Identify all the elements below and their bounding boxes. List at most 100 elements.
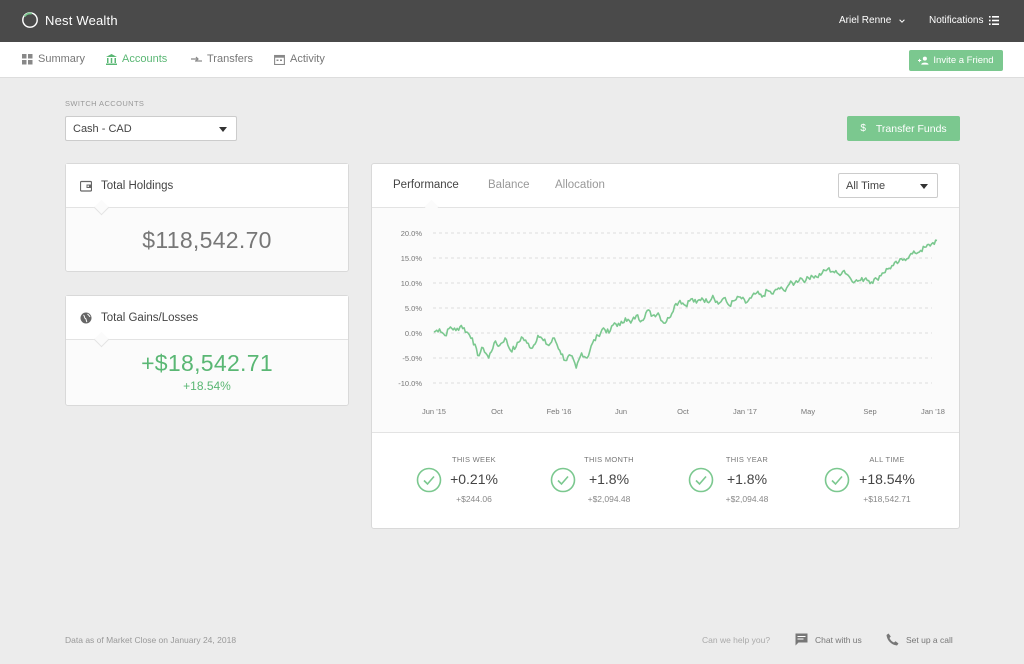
x-tick-label: Oct (677, 407, 690, 416)
invite-friend-label: Invite a Friend (933, 55, 994, 66)
tab-balance[interactable]: Balance (488, 179, 530, 191)
nav-item-activity[interactable]: Activity (274, 53, 325, 65)
y-tick-label: 5.0% (405, 304, 422, 313)
help-text: Can we help you? (702, 635, 771, 645)
caret-down-icon (920, 184, 928, 189)
brand-name: Nest Wealth (45, 12, 118, 28)
performance-series-line (433, 239, 938, 369)
invite-friend-button[interactable]: Invite a Friend (909, 50, 1003, 71)
y-tick-label: 0.0% (405, 329, 422, 338)
account-select[interactable]: Cash - CAD (65, 116, 237, 141)
nav-item-accounts[interactable]: Accounts (106, 53, 167, 65)
stat-label: THIS YEAR (725, 455, 769, 464)
stat-label: THIS MONTH (584, 455, 634, 464)
stat-sub: +$18,542.71 (863, 494, 911, 504)
performance-tabs: Performance Balance Allocation All Time (372, 164, 959, 216)
performance-card: Performance Balance Allocation All Time … (371, 163, 960, 529)
x-tick-label: Oct (491, 407, 504, 416)
caret-down-icon (219, 127, 227, 132)
account-select-value: Cash - CAD (73, 123, 132, 135)
check-circle-icon (550, 467, 576, 493)
user-menu[interactable]: Ariel Renne (839, 15, 906, 26)
total-gains-card: Total Gains/Losses +$18,542.71 +18.54% (65, 295, 349, 406)
nav-item-label: Summary (38, 53, 86, 65)
stat-value: +1.8% (726, 471, 768, 487)
y-tick-label: 10.0% (401, 279, 423, 288)
stat-sub: +$2,094.48 (587, 494, 631, 504)
transfer-funds-button[interactable]: $ Transfer Funds (847, 116, 960, 141)
stat-label: THIS WEEK (452, 455, 496, 464)
x-tick-label: Jun (615, 407, 627, 416)
stat-value: +0.21% (450, 471, 498, 487)
nav-bar: Summary Accounts Transfers Activity (0, 42, 1024, 78)
y-tick-label: 15.0% (401, 254, 423, 263)
stat-this-week: THIS WEEK +0.21% +$244.06 (416, 434, 546, 528)
chat-link[interactable]: Chat with us (795, 633, 862, 646)
card-body: +$18,542.71 +18.54% (66, 340, 348, 405)
performance-stats: THIS WEEK +0.21% +$244.06 THIS MONTH +1.… (372, 434, 959, 528)
check-circle-icon (824, 467, 850, 493)
chat-label: Chat with us (815, 634, 862, 645)
notifications-menu[interactable]: Notifications (929, 15, 1000, 26)
y-tick-label: -10.0% (398, 379, 422, 388)
nav-item-label: Activity (290, 53, 325, 65)
time-range-value: All Time (846, 180, 886, 192)
stat-all-time: ALL TIME +18.54% +$18,542.71 (824, 434, 954, 528)
add-user-icon (918, 56, 929, 65)
total-holdings-card: Total Holdings $118,542.70 (65, 163, 349, 272)
chevron-down-icon (899, 18, 906, 23)
call-label: Set up a call (906, 634, 953, 645)
dollar-icon: $ (860, 123, 866, 134)
nav-item-summary[interactable]: Summary (22, 53, 85, 65)
calendar-icon (274, 54, 285, 65)
performance-chart-svg: 20.0% 15.0% 10.0% 5.0% 0.0% -5.0% -10.0% Jun '1… (398, 229, 945, 416)
stat-value: +1.8% (588, 471, 630, 487)
grid-icon (22, 53, 33, 64)
nest-logo-icon (22, 12, 38, 28)
holdings-value: $118,542.70 (142, 227, 272, 253)
x-tick-label: Jun '15 (422, 407, 446, 416)
gains-percent: +18.54% (183, 379, 231, 393)
wallet-icon (80, 180, 92, 192)
y-tick-label: 20.0% (401, 229, 423, 238)
transfer-icon (191, 56, 202, 62)
x-tick-label: Sep (863, 407, 876, 416)
transfer-funds-label: Transfer Funds (875, 122, 947, 135)
card-title: Total Gains/Losses (101, 311, 199, 324)
gains-value: +$18,542.71 (141, 350, 273, 376)
tab-allocation[interactable]: Allocation (555, 179, 605, 191)
card-title: Total Holdings (101, 179, 174, 192)
chat-icon (795, 633, 808, 646)
nav-item-transfers[interactable]: Transfers (191, 53, 253, 65)
card-header: Total Holdings (66, 164, 348, 216)
switch-accounts-label: SWITCH ACCOUNTS (65, 99, 145, 108)
stat-sub: +$244.06 (456, 494, 492, 504)
nav-item-label: Accounts (122, 53, 168, 65)
nav-item-label: Transfers (207, 53, 254, 65)
check-circle-icon (688, 467, 714, 493)
call-link[interactable]: Set up a call (886, 633, 953, 646)
time-range-select[interactable]: All Time (838, 173, 938, 198)
x-tick-label: Feb '16 (547, 407, 572, 416)
card-header: Total Gains/Losses (66, 296, 348, 348)
user-name: Ariel Renne (839, 15, 892, 26)
stat-sub: +$2,094.48 (725, 494, 769, 504)
tab-performance[interactable]: Performance (393, 179, 459, 191)
x-tick-label: May (801, 407, 815, 416)
stat-this-year: THIS YEAR +1.8% +$2,094.48 (688, 434, 818, 528)
globe-icon (80, 312, 92, 323)
phone-icon (886, 633, 899, 646)
stat-this-month: THIS MONTH +1.8% +$2,094.48 (550, 434, 680, 528)
bank-icon (106, 53, 117, 65)
brand[interactable]: Nest Wealth (21, 11, 118, 29)
performance-chart: 20.0% 15.0% 10.0% 5.0% 0.0% -5.0% -10.0% Jun '1… (372, 208, 959, 433)
stat-label: ALL TIME (869, 455, 905, 464)
list-icon (989, 16, 1000, 25)
top-bar: Nest Wealth Ariel Renne Notifications (0, 0, 1024, 42)
data-as-of: Data as of Market Close on January 24, 2… (65, 635, 237, 645)
x-tick-label: Jan '17 (733, 407, 757, 416)
x-tick-label: Jan '18 (921, 407, 945, 416)
card-body: $118,542.70 (66, 208, 348, 271)
y-tick-label: -5.0% (402, 354, 422, 363)
notifications-label: Notifications (929, 15, 984, 26)
